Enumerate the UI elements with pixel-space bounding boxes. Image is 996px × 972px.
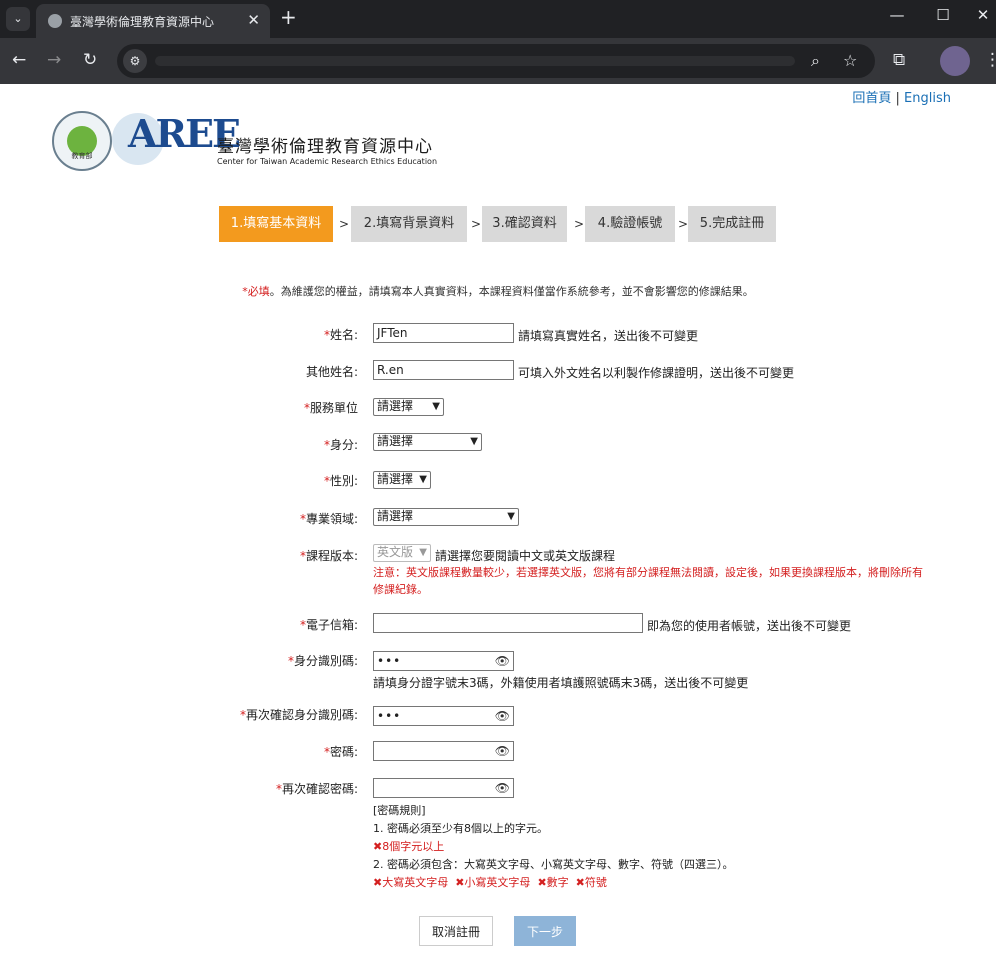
- globe-icon: [48, 14, 62, 28]
- chevron-down-icon: ▼: [419, 547, 427, 558]
- rules-title: [密碼規則]: [373, 804, 426, 817]
- moe-logo-icon: 教育部: [52, 111, 112, 171]
- moe-logo-text: 教育部: [71, 152, 93, 160]
- site-info-icon[interactable]: ⚙: [123, 49, 147, 73]
- page-content: 回首頁 | English 教育部 AREE 臺灣學術倫理教育資源中心 Cent…: [0, 84, 996, 972]
- id-code-input[interactable]: ••• 👁: [373, 651, 514, 671]
- rule-1: 1. 密碼必須至少有8個以上的字元。: [373, 822, 548, 835]
- name-hint: 請填寫真實姓名，送出後不可變更: [518, 329, 699, 343]
- email-hint: 即為您的使用者帳號，送出後不可變更: [647, 619, 852, 633]
- step-5: 5.完成註冊: [688, 206, 776, 242]
- id-code-confirm-input[interactable]: ••• 👁: [373, 706, 514, 726]
- profile-avatar[interactable]: [940, 46, 970, 76]
- chevron-down-icon: ▼: [507, 511, 515, 522]
- browser-tab-strip: ⌄ 臺灣學術倫理教育資源中心 ✕ + — ☐ ✕: [0, 0, 996, 38]
- rule-2: 2. 密碼必須包含：大寫英文字母、小寫英文字母、數字、符號（四選三）。: [373, 858, 734, 871]
- notice-text: 。為維護您的權益，請填寫本人真實資料，本課程資料僅當作系統參考，並不會影響您的修…: [269, 285, 754, 298]
- eye-icon[interactable]: 👁: [495, 653, 510, 669]
- identity-label: *身分:: [323, 438, 358, 452]
- close-window-button[interactable]: ✕: [968, 6, 996, 24]
- eye-icon[interactable]: 👁: [495, 708, 510, 724]
- next-button[interactable]: 下一步: [514, 916, 576, 946]
- browser-tab[interactable]: 臺灣學術倫理教育資源中心 ✕: [36, 4, 270, 38]
- step-separator: >: [574, 217, 585, 231]
- email-label: *電子信箱:: [299, 618, 358, 632]
- step-2: 2.填寫背景資料: [351, 206, 467, 242]
- rule-1-status: ✖8個字元以上: [373, 840, 445, 853]
- url-text: [155, 56, 795, 66]
- maximize-button[interactable]: ☐: [928, 6, 958, 24]
- course-version-select[interactable]: 英文版 ▼: [373, 544, 431, 562]
- site-subtitle: Center for Taiwan Academic Research Ethi…: [217, 157, 438, 166]
- unit-label: *服務單位: [303, 401, 358, 415]
- step-separator: >: [678, 217, 689, 231]
- identity-select[interactable]: 請選擇 ▼: [373, 433, 482, 451]
- menu-icon[interactable]: ⋮: [984, 50, 996, 70]
- eye-icon[interactable]: 👁: [495, 780, 510, 796]
- required-label: *必填: [242, 285, 270, 298]
- eye-icon[interactable]: 👁: [495, 743, 510, 759]
- home-link[interactable]: 回首頁: [852, 91, 891, 106]
- rule-2-status: ✖大寫英文字母 ✖小寫英文字母 ✖數字 ✖符號: [373, 876, 607, 889]
- gender-select[interactable]: 請選擇 ▼: [373, 471, 431, 489]
- other-name-label: 其他姓名:: [305, 365, 358, 379]
- password-confirm-label: *再次確認密碼:: [275, 782, 358, 796]
- password-input[interactable]: 👁: [373, 741, 514, 761]
- forward-icon[interactable]: →: [47, 50, 61, 70]
- password-confirm-input[interactable]: 👁: [373, 778, 514, 798]
- chevron-down-icon: ▼: [419, 474, 427, 485]
- id-code-confirm-label: *再次確認身分識別碼:: [239, 708, 358, 722]
- new-tab-button[interactable]: +: [280, 5, 297, 29]
- email-field[interactable]: [373, 613, 643, 633]
- chevron-down-icon: ▼: [470, 436, 478, 447]
- close-tab-icon[interactable]: ✕: [247, 11, 260, 29]
- back-icon[interactable]: ←: [12, 50, 26, 70]
- tab-search-button[interactable]: ⌄: [6, 7, 30, 31]
- zoom-icon[interactable]: ⌕: [811, 51, 820, 71]
- step-4: 4.驗證帳號: [585, 206, 675, 242]
- top-links: 回首頁 | English: [852, 87, 951, 106]
- site-name: 臺灣學術倫理教育資源中心: [217, 137, 433, 157]
- unit-select[interactable]: 請選擇 ▼: [373, 398, 444, 416]
- minimize-button[interactable]: —: [882, 6, 912, 24]
- field-select[interactable]: 請選擇 ▼: [373, 508, 519, 526]
- english-link[interactable]: English: [904, 91, 951, 106]
- reload-icon[interactable]: ↻: [83, 50, 97, 70]
- chevron-down-icon: ▼: [432, 401, 440, 412]
- course-version-hint: 請選擇您要閱讀中文或英文版課程: [435, 549, 616, 563]
- password-label: *密碼:: [323, 745, 358, 759]
- bookmark-star-icon[interactable]: ☆: [843, 51, 857, 70]
- id-code-label: *身分識別碼:: [287, 654, 358, 668]
- course-version-warning: 注意：英文版課程數量較少，若選擇英文版，您將有部分課程無法閱讀，設定後，如果更換…: [373, 566, 923, 596]
- address-bar[interactable]: ⚙ ⌕ ☆: [117, 44, 875, 78]
- step-3: 3.確認資料: [482, 206, 567, 242]
- required-notice: *必填。為維護您的權益，請填寫本人真實資料，本課程資料僅當作系統參考，並不會影響…: [0, 283, 996, 299]
- course-version-label: *課程版本:: [299, 549, 358, 563]
- step-separator: >: [471, 217, 482, 231]
- other-name-hint: 可填入外文姓名以利製作修課證明，送出後不可變更: [518, 366, 795, 380]
- step-1: 1.填寫基本資料: [219, 206, 333, 242]
- other-name-input[interactable]: R.en: [373, 360, 514, 380]
- name-input[interactable]: JFTen: [373, 323, 514, 343]
- step-separator: >: [339, 217, 350, 231]
- field-label: *專業領域:: [299, 512, 358, 526]
- name-label: *姓名:: [323, 328, 358, 342]
- password-rules: [密碼規則] 1. 密碼必須至少有8個以上的字元。 ✖8個字元以上 2. 密碼必…: [373, 802, 734, 892]
- tab-title: 臺灣學術倫理教育資源中心: [70, 15, 215, 29]
- gender-label: *性別:: [323, 474, 358, 488]
- id-code-hint: 請填身分證字號末3碼，外籍使用者填護照號碼末3碼，送出後不可變更: [373, 676, 749, 690]
- extensions-icon[interactable]: ⧉: [893, 50, 905, 70]
- link-separator: |: [891, 91, 905, 106]
- cancel-registration-button[interactable]: 取消註冊: [419, 916, 493, 946]
- browser-toolbar: ← → ↻ ⚙ ⌕ ☆ ⧉ ⋮: [0, 38, 996, 84]
